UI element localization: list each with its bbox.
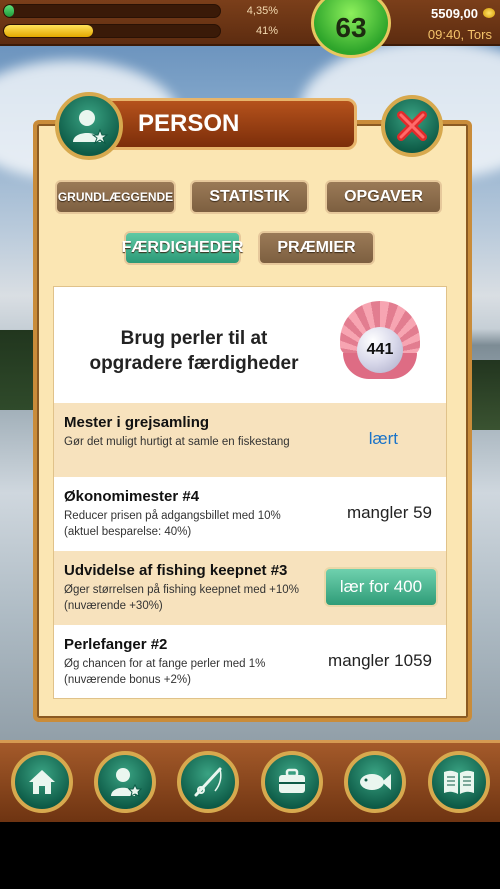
- skill-title: Mester i grejsamling: [64, 414, 210, 431]
- skill-description: Gør det muligt hurtigt at samle en fiske…: [64, 436, 290, 448]
- person-star-icon: [73, 110, 109, 145]
- xp-bar: [3, 4, 221, 18]
- person-badge: [55, 92, 123, 160]
- system-bar: [0, 822, 500, 889]
- money-balance: 5509,00: [431, 6, 478, 21]
- top-hud: 4,35% 41% 5509,00 09:40, Tors: [0, 0, 500, 46]
- book-icon: [444, 770, 474, 794]
- pearl-count: 441: [357, 327, 403, 373]
- close-button[interactable]: [381, 95, 443, 157]
- close-icon: [397, 111, 427, 141]
- home-icon: [29, 770, 55, 794]
- skill-description: Øg chancen for at fange perler med 1% (n…: [64, 658, 266, 686]
- tab-basic[interactable]: GRUNDLÆGGENDE: [55, 180, 176, 214]
- xp-percent: 4,35%: [246, 5, 278, 17]
- tab-statistics[interactable]: STATISTIK: [190, 180, 309, 214]
- nav-inventory-button[interactable]: [261, 751, 323, 813]
- fishing-rod-icon: [194, 767, 222, 797]
- skills-list: Brug perler til at opgradere færdigheder…: [53, 286, 447, 699]
- skill-title: Økonomimester #4: [64, 488, 200, 505]
- tab-skills[interactable]: FÆRDIGHEDER: [122, 231, 243, 265]
- skill-status: mangler 1059: [328, 651, 432, 670]
- energy-percent: 41%: [255, 25, 278, 37]
- skill-row: Udvidelse af fishing keepnet #3 Øger stø…: [54, 551, 446, 625]
- skill-row: Økonomimester #4 Reducer prisen på adgan…: [54, 477, 446, 551]
- pearl-shell-icon: 441: [337, 301, 423, 385]
- skill-status: mangler 59: [346, 503, 432, 522]
- nav-home-button[interactable]: [11, 751, 73, 813]
- person-icon: [111, 768, 142, 797]
- coin-icon: [483, 8, 495, 18]
- nav-tackle-button[interactable]: [177, 751, 239, 813]
- skill-description: Øger størrelsen på fishing keepnet med +…: [64, 584, 299, 612]
- skill-description: Reducer prisen på adgangsbillet med 10% …: [64, 510, 281, 538]
- learn-skill-button[interactable]: lær for 400: [324, 567, 438, 607]
- skill-status: lært: [368, 429, 398, 448]
- panel-title-banner: PERSON: [85, 98, 357, 150]
- skill-title: Perlefanger #2: [64, 636, 168, 653]
- briefcase-icon: [279, 768, 305, 793]
- tab-prizes[interactable]: PRÆMIER: [258, 231, 375, 265]
- game-clock: 09:40, Tors: [427, 27, 492, 42]
- skill-row: Mester i grejsamling Gør det muligt hurt…: [54, 403, 446, 477]
- skill-row: Perlefanger #2 Øg chancen for at fange p…: [54, 625, 446, 699]
- pearl-info: Brug perler til at opgradere færdigheder…: [54, 287, 446, 403]
- tab-tasks[interactable]: OPGAVER: [325, 180, 442, 214]
- skill-title: Udvidelse af fishing keepnet #3: [64, 562, 288, 579]
- nav-person-button[interactable]: [94, 751, 156, 813]
- fish-icon: [360, 774, 391, 790]
- nav-journal-button[interactable]: [428, 751, 490, 813]
- panel-title: PERSON: [138, 110, 240, 137]
- bottom-nav: [0, 740, 500, 824]
- energy-bar: [3, 24, 221, 38]
- pearl-prompt: Brug perler til at opgradere færdigheder: [89, 328, 299, 374]
- nav-fish-button[interactable]: [344, 751, 406, 813]
